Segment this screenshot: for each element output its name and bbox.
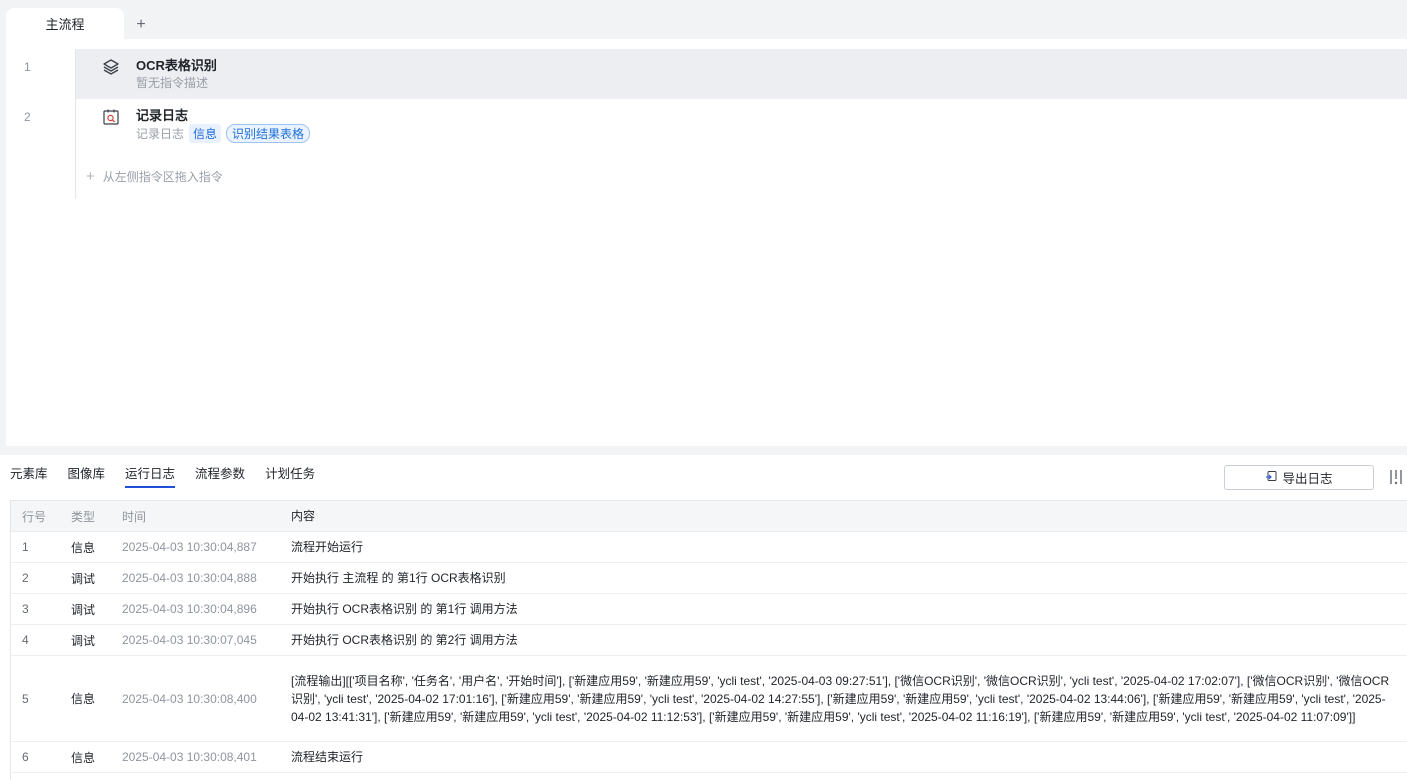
panel-tabs: 元素库 图像库 运行日志 流程参数 计划任务	[0, 455, 325, 491]
row-idx: 1	[22, 540, 29, 554]
export-label: 导出日志	[1282, 472, 1333, 486]
tab-flow-params[interactable]: 流程参数	[185, 455, 255, 491]
step-title: 记录日志	[136, 108, 189, 123]
column-settings-icon[interactable]	[1388, 467, 1404, 487]
row-type: 调试	[71, 571, 96, 586]
step-desc-text: 记录日志	[136, 127, 185, 141]
row-content: 开始执行 主流程 的 第1行 OCR表格识别	[291, 571, 506, 585]
step-body: 记录日志 记录日志 信息 识别结果表格	[76, 99, 1407, 149]
log-level-tag: 信息	[189, 124, 222, 143]
variable-tag: 识别结果表格	[226, 124, 311, 143]
step-title: OCR表格识别	[136, 58, 217, 73]
bottom-panel: 元素库 图像库 运行日志 流程参数 计划任务 导出日志 行号 类型 时间 内容 …	[0, 455, 1407, 780]
row-idx: 4	[22, 633, 29, 647]
row-content: 开始执行 OCR表格识别 的 第1行 调用方法	[291, 602, 518, 616]
flow-tab-bar: 主流程 +	[6, 4, 1407, 39]
tab-main-flow[interactable]: 主流程	[6, 8, 124, 39]
row-idx: 5	[22, 691, 29, 706]
app-frame: 主流程 + 1 OCR表格识别 暂无指令描述 2 记录日志 记录日志 信息 识别…	[0, 0, 1407, 780]
tab-image-library[interactable]: 图像库	[58, 455, 116, 491]
header-time: 时间	[122, 509, 147, 524]
row-time: 2025-04-03 10:30:04,887	[122, 540, 257, 554]
flow-editor: 主流程 + 1 OCR表格识别 暂无指令描述 2 记录日志 记录日志 信息 识别…	[6, 4, 1407, 446]
drop-hint-text: 从左侧指令区拖入指令	[102, 170, 223, 184]
row-time: 2025-04-03 10:30:08,401	[122, 750, 257, 764]
flow-step-ocr-table[interactable]: 1 OCR表格识别 暂无指令描述	[6, 49, 1407, 99]
table-row[interactable]: 2 调试 2025-04-03 10:30:04,888 开始执行 主流程 的 …	[11, 563, 1407, 594]
step-desc-text: 暂无指令描述	[136, 76, 209, 90]
drop-instruction-hint[interactable]: + 从左侧指令区拖入指令	[86, 168, 223, 185]
header-idx: 行号	[22, 509, 47, 524]
add-tab-button[interactable]: +	[130, 14, 152, 36]
export-log-button[interactable]: 导出日志	[1224, 465, 1374, 490]
table-row[interactable]: 3 调试 2025-04-03 10:30:04,896 开始执行 OCR表格识…	[11, 594, 1407, 625]
table-row[interactable]: 5 信息 2025-04-03 10:30:08,400 [流程输出][['项目…	[11, 656, 1407, 742]
row-idx: 3	[22, 602, 29, 616]
export-icon	[1265, 470, 1277, 485]
table-row[interactable]: 4 调试 2025-04-03 10:30:07,045 开始执行 OCR表格识…	[11, 625, 1407, 656]
row-time: 2025-04-03 10:30:07,045	[122, 633, 257, 647]
row-content: 开始执行 OCR表格识别 的 第2行 调用方法	[291, 633, 518, 647]
tab-run-log[interactable]: 运行日志	[115, 455, 185, 491]
header-content: 内容	[291, 509, 316, 523]
step-number: 1	[24, 60, 31, 74]
run-log-table: 行号 类型 时间 内容 1 信息 2025-04-03 10:30:04,887…	[10, 500, 1407, 780]
step-body: OCR表格识别 暂无指令描述	[76, 49, 1407, 99]
row-content: 流程开始运行	[291, 540, 364, 554]
row-content: 流程结束运行	[291, 750, 364, 764]
flow-step-list: 1 OCR表格识别 暂无指令描述 2 记录日志 记录日志 信息 识别结果表格 +…	[6, 49, 1407, 209]
table-header: 行号 类型 时间 内容	[11, 501, 1407, 532]
flow-step-log[interactable]: 2 记录日志 记录日志 信息 识别结果表格	[6, 99, 1407, 149]
step-description: 记录日志 信息 识别结果表格	[136, 124, 311, 143]
row-time: 2025-04-03 10:30:08,400	[122, 691, 257, 706]
tab-scheduled-tasks[interactable]: 计划任务	[255, 455, 325, 491]
layers-icon	[102, 58, 120, 76]
step-description: 暂无指令描述	[136, 74, 208, 91]
header-type: 类型	[71, 509, 96, 524]
row-idx: 6	[22, 750, 29, 764]
row-type: 调试	[71, 602, 96, 617]
table-row[interactable]: 6 信息 2025-04-03 10:30:08,401 流程结束运行	[11, 742, 1407, 773]
tab-element-library[interactable]: 元素库	[0, 455, 58, 491]
row-type: 调试	[71, 633, 96, 648]
row-time: 2025-04-03 10:30:04,896	[122, 602, 257, 616]
log-search-icon	[102, 108, 120, 126]
row-idx: 2	[22, 571, 29, 585]
step-number: 2	[24, 110, 31, 124]
row-type: 信息	[71, 750, 96, 765]
row-type: 信息	[71, 692, 96, 706]
row-type: 信息	[71, 540, 96, 555]
row-content: [流程输出][['项目名称', '任务名', '用户名', '开始时间'], […	[291, 673, 1390, 724]
plus-icon: +	[86, 168, 95, 185]
table-row[interactable]: 1 信息 2025-04-03 10:30:04,887 流程开始运行	[11, 532, 1407, 563]
row-time: 2025-04-03 10:30:04,888	[122, 571, 257, 585]
